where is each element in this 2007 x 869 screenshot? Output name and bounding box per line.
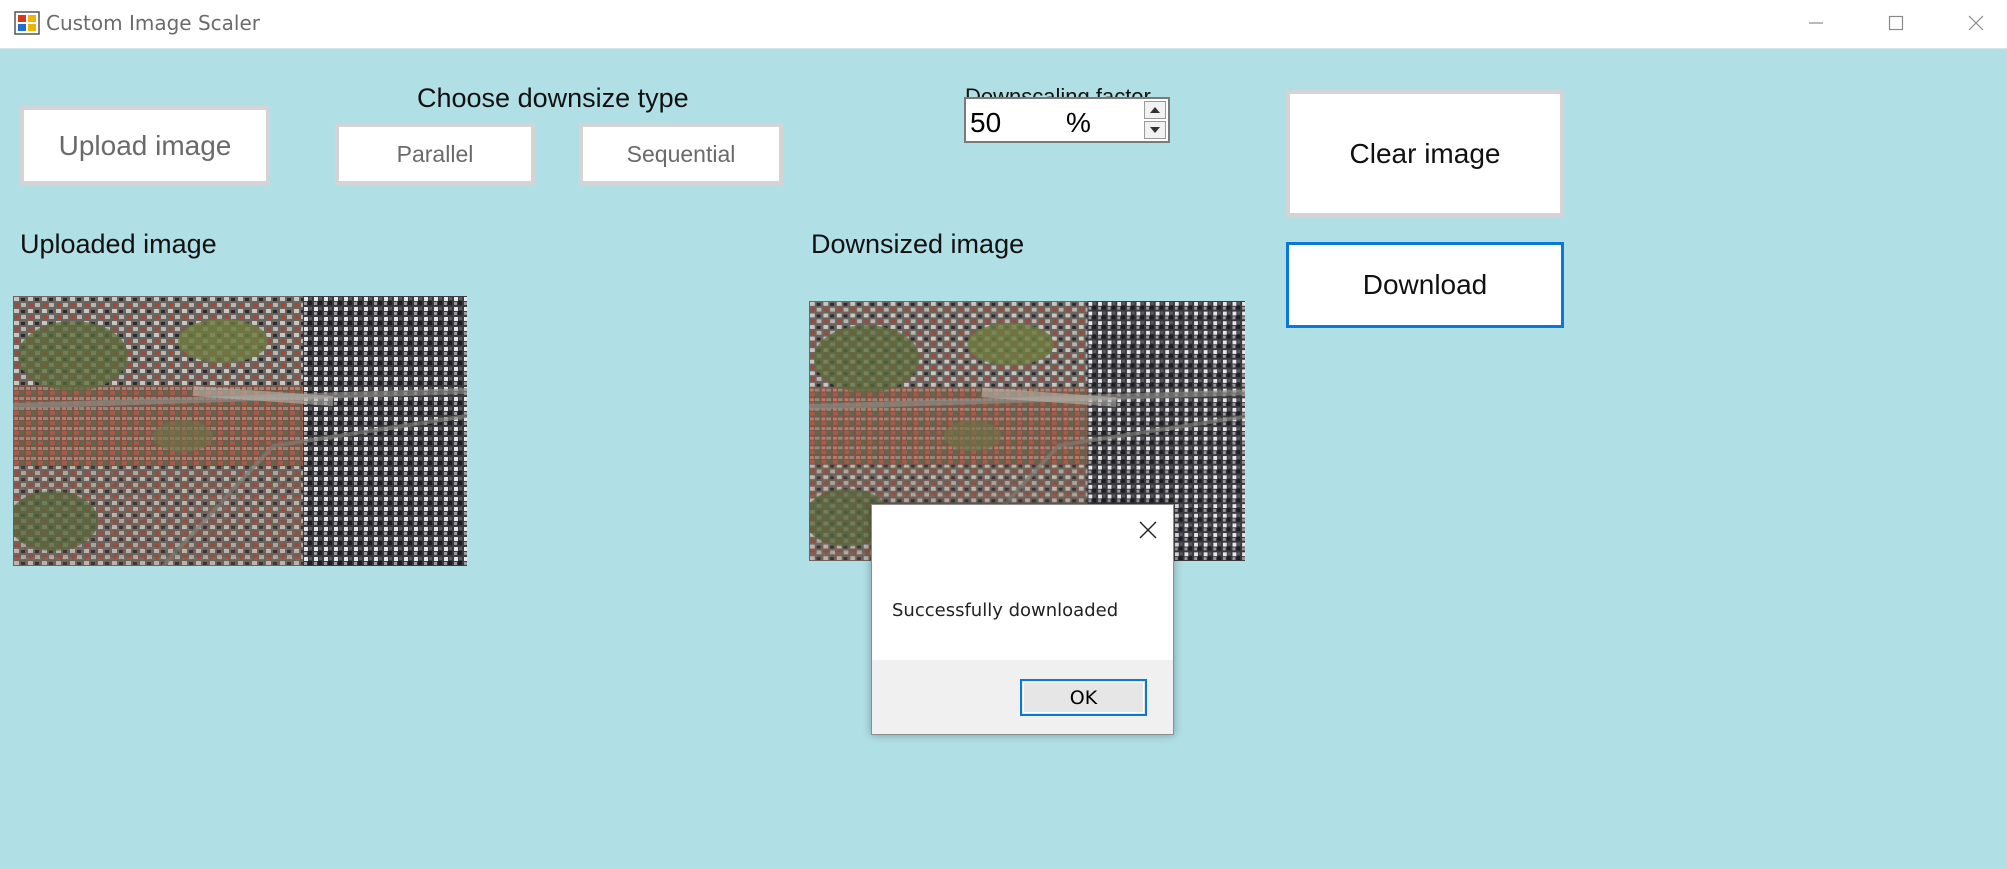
upload-image-button[interactable]: Upload image <box>20 106 270 185</box>
factor-value[interactable]: 50 <box>970 107 1001 139</box>
clear-image-button[interactable]: Clear image <box>1286 90 1564 217</box>
chevron-down-icon <box>1150 127 1160 133</box>
dialog-close-button[interactable] <box>1137 519 1159 541</box>
sequential-button[interactable]: Sequential <box>579 123 783 185</box>
stepper-up-button[interactable] <box>1144 101 1166 119</box>
window-title: Custom Image Scaler <box>46 11 261 35</box>
title-bar: Custom Image Scaler <box>0 0 2007 49</box>
ok-button[interactable]: OK <box>1020 679 1147 716</box>
downsize-type-heading: Choose downsize type <box>417 83 689 113</box>
uploaded-image <box>13 296 467 566</box>
uploaded-image-title: Uploaded image <box>20 229 217 259</box>
parallel-button[interactable]: Parallel <box>335 123 535 185</box>
download-button[interactable]: Download <box>1286 242 1564 328</box>
stepper-down-button[interactable] <box>1144 121 1166 139</box>
app-icon <box>14 11 40 35</box>
downsized-image-title: Downsized image <box>811 229 1025 259</box>
close-icon <box>1139 521 1157 539</box>
chevron-up-icon <box>1150 107 1160 113</box>
close-icon <box>1968 15 1984 31</box>
downscaling-factor-stepper[interactable]: 50 % <box>964 97 1170 143</box>
maximize-button[interactable] <box>1864 0 1928 46</box>
message-dialog: Successfully downloaded OK <box>871 504 1174 735</box>
factor-unit: % <box>1066 107 1091 138</box>
minimize-icon <box>1809 22 1823 24</box>
close-window-button[interactable] <box>1944 0 2007 46</box>
minimize-button[interactable] <box>1784 0 1848 46</box>
dialog-message: Successfully downloaded <box>892 600 1119 621</box>
maximize-icon <box>1888 15 1904 31</box>
